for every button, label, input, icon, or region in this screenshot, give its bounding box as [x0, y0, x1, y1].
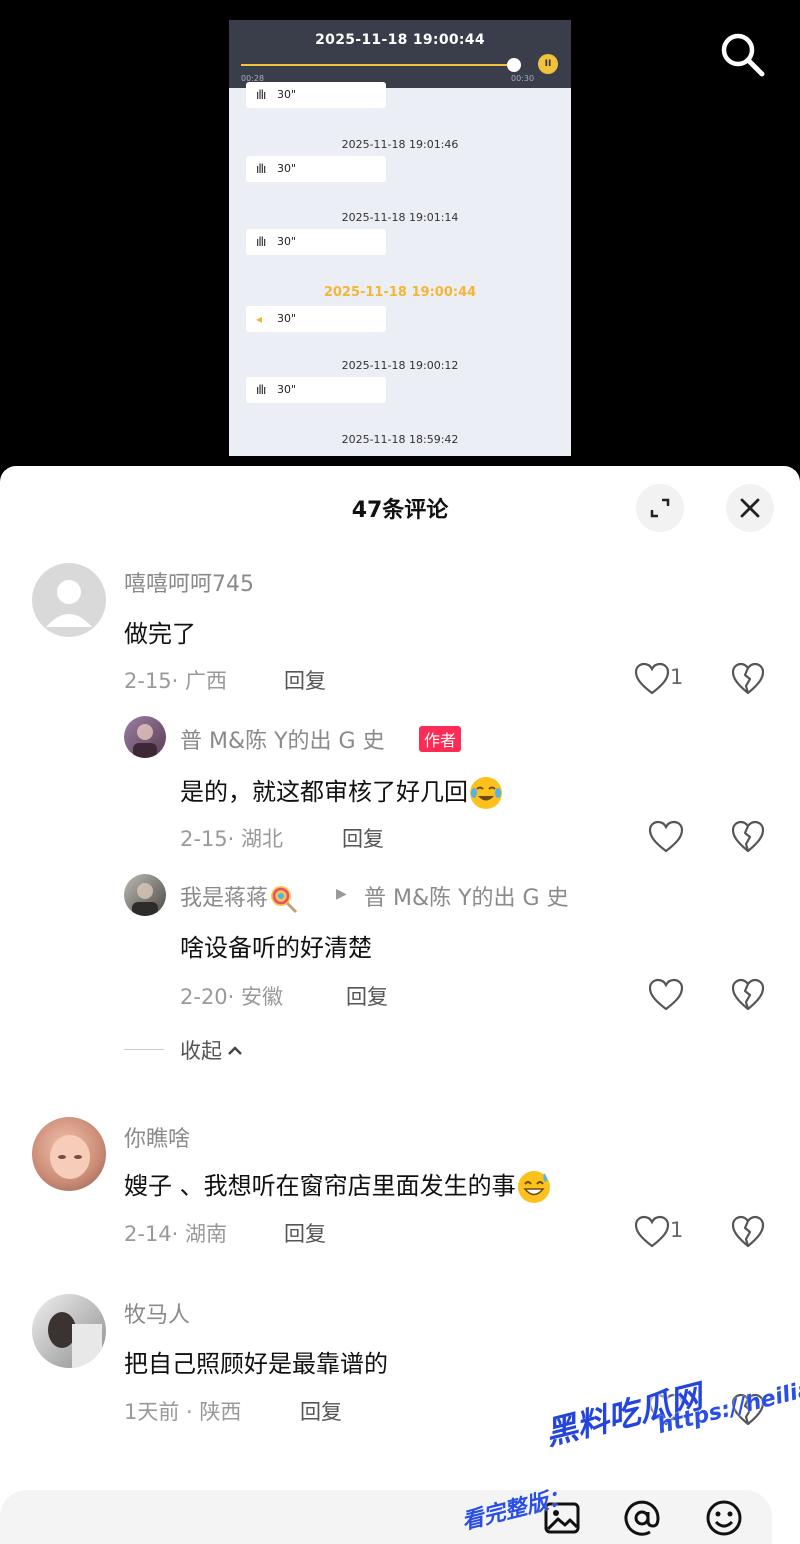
voice-message-bubble: ıllı 30" — [246, 377, 386, 403]
collapse-replies-button[interactable]: 收起 — [180, 1035, 245, 1065]
comment-text: 做完了 — [124, 620, 196, 648]
voice-message-bubble: ıllı 30" — [246, 82, 386, 108]
voice-wave-icon: ıllı — [256, 88, 266, 102]
author-badge: 作者 — [419, 726, 462, 752]
avatar[interactable] — [32, 1117, 106, 1191]
voice-message-time: 2025-11-18 18:59:42 — [341, 433, 459, 446]
close-button[interactable] — [726, 484, 774, 532]
broken-heart-icon[interactable] — [731, 978, 765, 1012]
voice-wave-icon: ıllı — [256, 235, 266, 249]
default-avatar-icon — [46, 580, 92, 627]
broken-heart-icon[interactable] — [731, 820, 765, 854]
voice-message-time: 2025-11-18 19:00:12 — [341, 359, 459, 372]
grinning-sweat-emoji-icon — [517, 1171, 550, 1203]
comment-username[interactable]: 牧马人 — [124, 1297, 190, 1329]
voice-message-bubble: ıllı 30" — [246, 156, 386, 182]
comment-text: 把自己照顾好是最靠谱的 — [124, 1350, 388, 1378]
reply-username[interactable]: 普 M&陈 Y的出 G 史 — [180, 723, 385, 755]
collapse-divider — [124, 1049, 164, 1050]
reply-button[interactable]: 回复 — [300, 1396, 342, 1426]
reply-username[interactable]: 我是蒋蒋 — [180, 880, 298, 914]
lollipop-emoji-icon — [271, 886, 298, 914]
mention-at-icon[interactable] — [622, 1498, 662, 1538]
reply-button[interactable]: 回复 — [342, 823, 384, 853]
collapse-label: 收起 — [180, 1039, 222, 1063]
expand-icon — [650, 498, 670, 518]
audio-player-timestamp: 2025-11-18 19:00:44 — [315, 32, 485, 48]
reply-to-username[interactable]: 普 M&陈 Y的出 G 史 — [364, 880, 569, 912]
avatar[interactable] — [124, 716, 166, 758]
voice-wave-icon: ıllı — [256, 383, 266, 397]
reply-text: 是的，就这都审核了好几回 — [180, 772, 504, 811]
crying-laughing-emoji-icon — [470, 777, 502, 809]
reply-button[interactable]: 回复 — [346, 981, 388, 1011]
speaker-icon: ◂ — [256, 312, 262, 326]
voice-duration: 30" — [277, 88, 297, 101]
voice-message-bubble-playing: ◂ 30" — [246, 306, 386, 332]
comment-username[interactable]: 嘻嘻呵呵745 — [124, 566, 254, 598]
comment-text: 嫂子 、我想听在窗帘店里面发生的事 — [124, 1166, 552, 1205]
expand-button[interactable] — [636, 484, 684, 532]
broken-heart-icon[interactable] — [731, 662, 765, 696]
avatar[interactable] — [32, 1294, 106, 1368]
reply-text: 啥设备听的好清楚 — [180, 934, 372, 962]
voice-duration: 30" — [277, 312, 297, 325]
audio-player-bar: 2025-11-18 19:00:44 00:28 00:30 II — [229, 20, 571, 88]
voice-message-time: 2025-11-18 19:01:14 — [341, 211, 459, 224]
reply-meta: 2-15· 湖北 — [180, 827, 284, 851]
emoji-icon[interactable] — [704, 1498, 744, 1538]
user-photo-icon — [50, 1135, 90, 1179]
like-count: 1 — [670, 1218, 684, 1242]
voice-message-time-active: 2025-11-18 19:00:44 — [323, 285, 477, 300]
voice-message-bubble: ıllı 30" — [246, 229, 386, 255]
avatar[interactable] — [124, 874, 166, 916]
heart-icon[interactable] — [634, 662, 670, 696]
audio-progress-track — [241, 64, 515, 66]
reply-button[interactable]: 回复 — [284, 1218, 326, 1248]
voice-message-time: 2025-11-18 19:01:46 — [341, 138, 459, 151]
comment-text-content: 嫂子 、我想听在窗帘店里面发生的事 — [124, 1172, 516, 1200]
user-photo-icon — [48, 1312, 102, 1368]
video-player[interactable]: 2025-11-18 19:00:44 00:28 00:30 II ıllı … — [0, 0, 800, 470]
voice-wave-icon: ıllı — [256, 162, 266, 176]
like-count: 1 — [670, 665, 684, 689]
search-icon[interactable] — [716, 28, 768, 80]
reply-text-content: 是的，就这都审核了好几回 — [180, 778, 468, 806]
broken-heart-icon[interactable] — [731, 1215, 765, 1249]
reply-arrow-icon: ▶ — [336, 886, 347, 902]
comment-username[interactable]: 你瞧啥 — [124, 1121, 190, 1153]
comment-meta: 2-15· 广西 — [124, 669, 228, 693]
heart-icon[interactable] — [634, 1215, 670, 1249]
heart-icon[interactable] — [648, 978, 684, 1012]
comment-meta: 1天前 · 陕西 — [124, 1400, 242, 1424]
close-icon — [740, 498, 760, 518]
pause-icon: II — [538, 54, 558, 74]
voice-duration: 30" — [277, 383, 297, 396]
video-frame-chat-screenshot: 2025-11-18 19:00:44 00:28 00:30 II ıllı … — [229, 20, 571, 456]
chevron-up-icon — [228, 1046, 242, 1055]
user-photo-icon — [133, 724, 157, 758]
heart-icon[interactable] — [648, 820, 684, 854]
voice-duration: 30" — [277, 235, 297, 248]
reply-meta: 2-20· 安徽 — [180, 985, 284, 1009]
audio-progress-knob — [507, 58, 522, 72]
voice-duration: 30" — [277, 162, 297, 175]
audio-duration: 00:30 — [511, 74, 535, 83]
reply-username-text: 我是蒋蒋 — [180, 886, 269, 911]
user-photo-icon — [132, 883, 158, 916]
reply-button[interactable]: 回复 — [284, 665, 326, 695]
avatar[interactable] — [32, 563, 106, 637]
comment-meta: 2-14· 湖南 — [124, 1222, 228, 1246]
comment-input-bar — [0, 1490, 800, 1544]
